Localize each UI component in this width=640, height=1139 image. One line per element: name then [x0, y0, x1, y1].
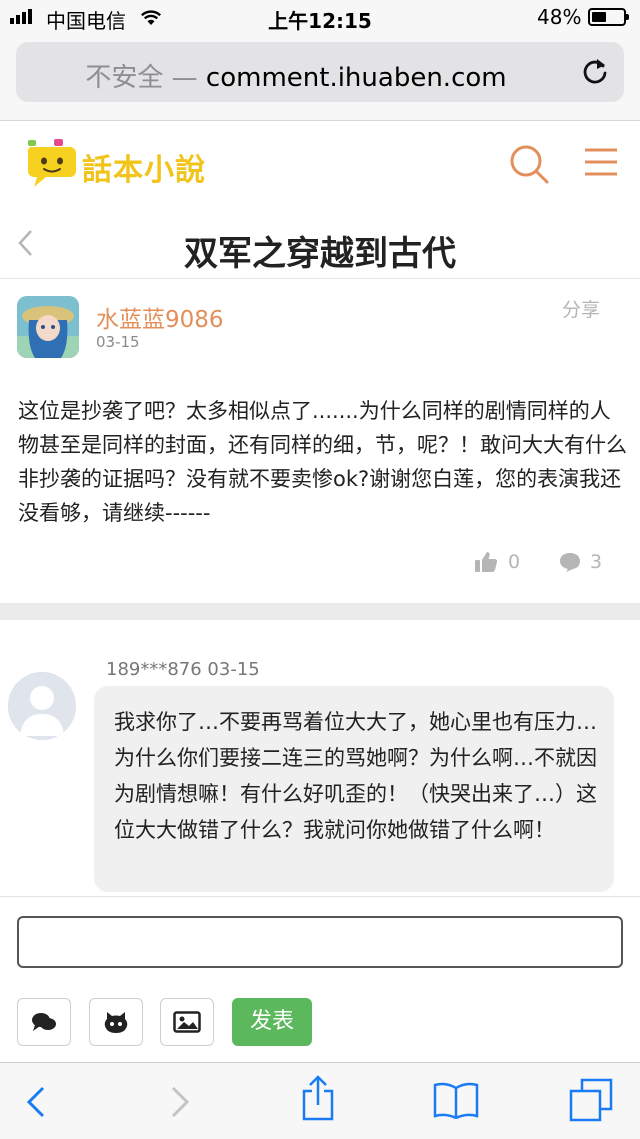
url-domain: comment.ihuaben.com [205, 63, 507, 93]
title-bar: 双军之穿越到古代 [0, 216, 640, 279]
url-text: 不安全 — comment.ihuaben.com [16, 57, 576, 94]
image-button[interactable] [160, 998, 214, 1046]
github-button[interactable] [89, 998, 143, 1046]
browser-url-area: 不安全 — comment.ihuaben.com [0, 36, 640, 121]
thumbs-up-icon[interactable] [474, 551, 498, 573]
github-icon [104, 1012, 128, 1033]
reload-icon[interactable] [580, 56, 610, 88]
bookmarks-icon[interactable] [432, 1081, 480, 1119]
page-title: 双军之穿越到古代 [184, 234, 456, 274]
share-button[interactable]: 分享 [562, 295, 600, 322]
reply-bubble-icon[interactable] [558, 551, 582, 573]
forward-icon[interactable] [168, 1085, 192, 1119]
section-divider [0, 603, 640, 620]
battery-percent: 48% [537, 5, 582, 29]
comment-input[interactable] [17, 916, 623, 968]
url-field[interactable]: 不安全 — comment.ihuaben.com [16, 42, 624, 102]
chat-icon [32, 1013, 56, 1031]
post-button[interactable]: 发表 [232, 998, 312, 1046]
post-author[interactable]: 水蓝蓝9086 [96, 300, 224, 334]
url-security-label: 不安全 — [85, 63, 206, 93]
reply-count: 3 [590, 551, 603, 573]
post-content: 这位是抄袭了吧？太多相似点了.......为什么同样的剧情同样的人物甚至是同样的… [18, 399, 627, 525]
site-logo-icon[interactable] [24, 139, 80, 191]
author-avatar-image [17, 296, 79, 358]
site-header: 話本小說 [0, 121, 640, 217]
status-bar: 中国电信 上午12:15 48% [0, 0, 640, 36]
like-count: 0 [508, 551, 521, 573]
tabs-icon[interactable] [568, 1077, 614, 1123]
battery-icon [588, 8, 629, 26]
comment-text: 我求你了…不要再骂着位大大了，她心里也有压力…为什么你们要接二连三的骂她啊？为什… [114, 710, 597, 842]
author-avatar[interactable] [17, 296, 79, 358]
browser-toolbar [0, 1062, 640, 1139]
commenter-avatar[interactable] [8, 672, 76, 740]
back-icon[interactable] [24, 1085, 48, 1119]
post-date: 03-15 [96, 333, 140, 351]
default-user-icon [8, 672, 76, 740]
emoji-button[interactable] [17, 998, 71, 1046]
share-icon[interactable] [300, 1075, 336, 1121]
search-icon[interactable] [508, 143, 550, 185]
site-brand[interactable]: 話本小說 [82, 145, 206, 189]
image-icon [173, 1011, 201, 1033]
menu-icon[interactable] [584, 147, 618, 177]
comment-meta: 189***876 03-15 [106, 659, 260, 680]
